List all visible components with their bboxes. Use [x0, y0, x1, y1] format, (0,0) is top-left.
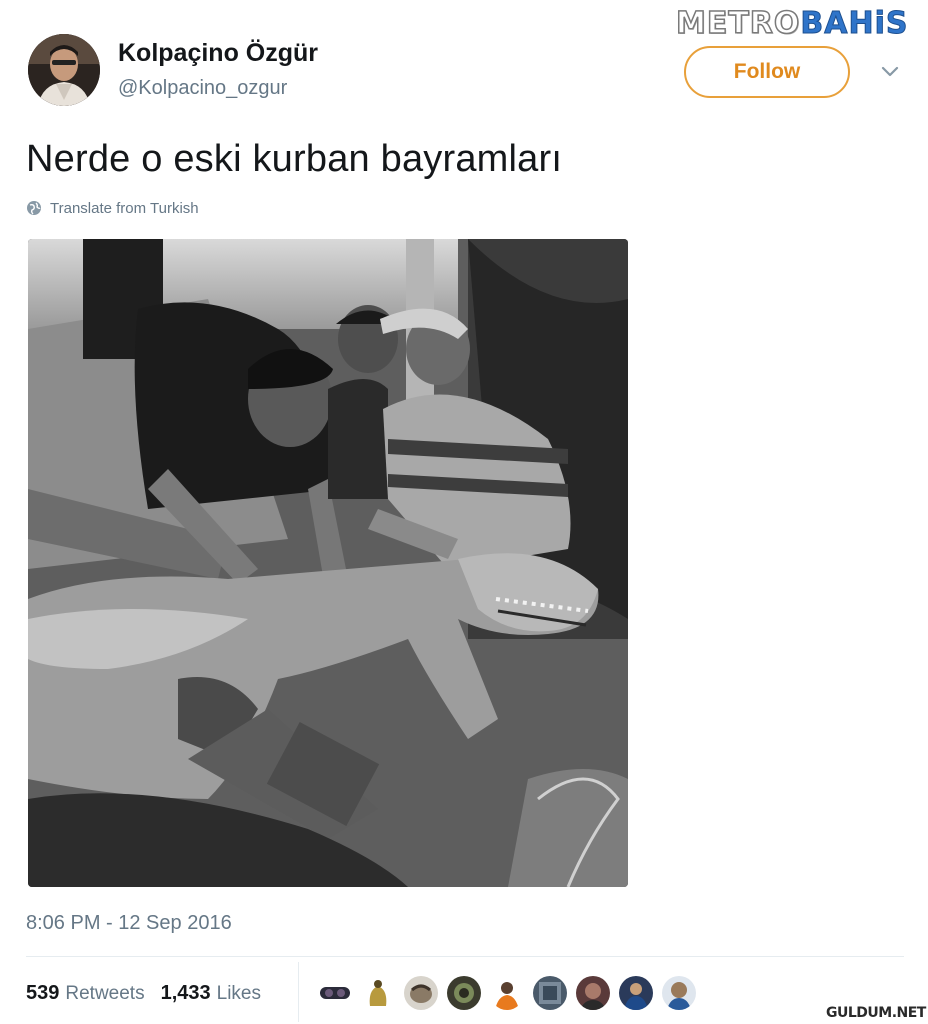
watermark-metro: METRO: [675, 5, 801, 42]
likes-count: 1,433: [160, 982, 211, 1004]
author-avatar[interactable]: [28, 34, 100, 106]
liker-avatar[interactable]: [576, 976, 610, 1010]
tweet-stats: 539 Retweets 1,433 Likes: [26, 982, 277, 1010]
author-handle[interactable]: @Kolpacino_ozgur: [118, 77, 287, 100]
liker-avatar[interactable]: [361, 976, 395, 1010]
retweets-count: 539: [26, 982, 60, 1004]
translate-label: Translate from Turkish: [50, 199, 199, 217]
watermark-bahis: BAHiS: [800, 6, 909, 42]
tweet-photo[interactable]: [28, 239, 628, 887]
tweet-text: Nerde o eski kurban bayramları: [26, 138, 563, 180]
guldum-watermark: GULDUM.NET: [826, 1003, 926, 1023]
tweet-timestamp[interactable]: 8:06 PM - 12 Sep 2016: [26, 912, 232, 935]
globe-icon: [27, 201, 41, 215]
liker-avatar[interactable]: [619, 976, 653, 1010]
liker-avatar[interactable]: [533, 976, 567, 1010]
retweets-label: Retweets: [65, 983, 145, 1004]
retweets-stat[interactable]: 539 Retweets: [26, 982, 145, 1005]
liker-avatar[interactable]: [662, 976, 696, 1010]
liker-avatar[interactable]: [490, 976, 524, 1010]
likes-label: Likes: [216, 983, 261, 1004]
stats-divider: [298, 962, 299, 1022]
follow-button[interactable]: Follow: [684, 46, 850, 98]
author-display-name[interactable]: Kolpaçino Özgür: [118, 39, 318, 68]
likes-stat[interactable]: 1,433 Likes: [161, 982, 261, 1005]
divider: [26, 956, 904, 957]
liker-avatars: [318, 976, 705, 1012]
photo-image: [28, 239, 628, 887]
chevron-down-icon[interactable]: [876, 62, 904, 82]
liker-avatar[interactable]: [404, 976, 438, 1010]
translate-link[interactable]: Translate from Turkish: [26, 197, 199, 219]
metrobahis-watermark: METROBAHiS: [675, 5, 924, 42]
liker-avatar[interactable]: [447, 976, 481, 1010]
avatar-image: [28, 34, 100, 106]
liker-avatar[interactable]: [318, 976, 352, 1010]
